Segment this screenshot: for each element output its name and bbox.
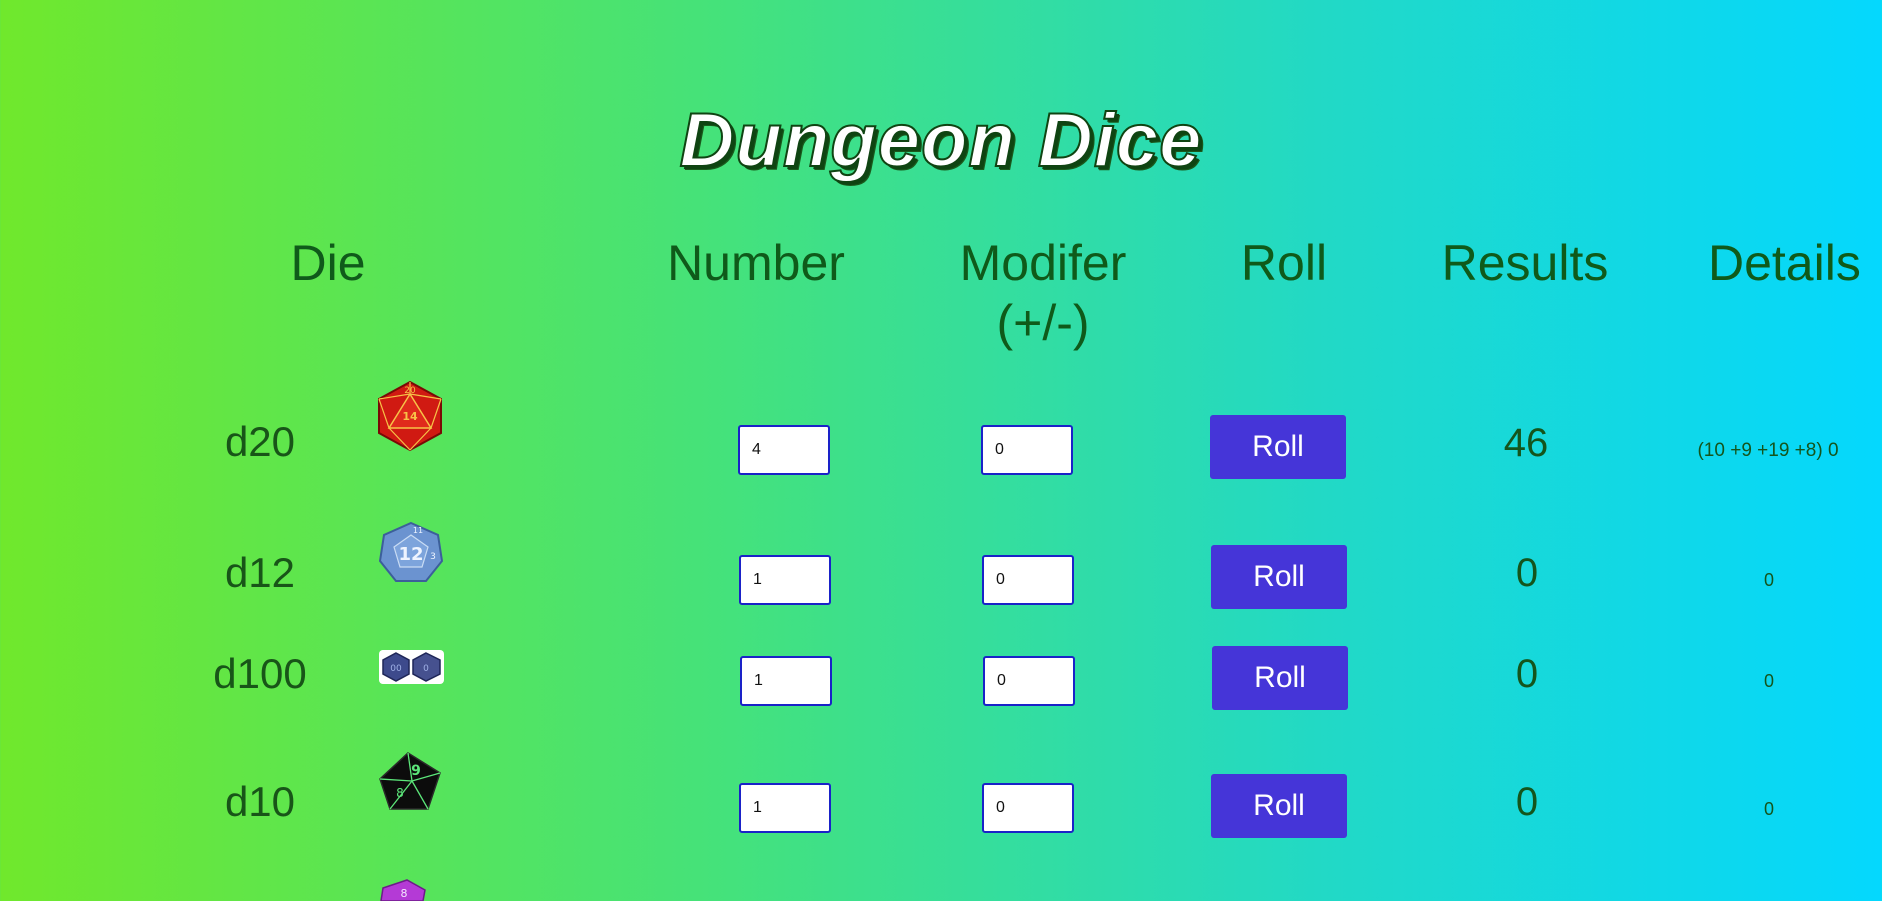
result-value-d20: 46 <box>1503 421 1549 465</box>
details-text-d10: 0 <box>1763 799 1774 819</box>
details-text-d12: 0 <box>1763 570 1774 590</box>
number-input-d100[interactable] <box>740 656 832 706</box>
die-label: d10 <box>224 778 296 825</box>
result-value-d100: 0 <box>1515 652 1539 696</box>
app-title: Dungeon Dice <box>679 97 1203 184</box>
header-modifier: Modifer (+/-) <box>940 233 1146 353</box>
roll-button-d10[interactable]: Roll <box>1211 774 1347 838</box>
number-input-d12[interactable] <box>739 555 831 605</box>
die-label: d100 <box>213 650 307 697</box>
d12-die-icon: 12 3 11 <box>378 521 444 582</box>
d100-die-icon: 00 0 <box>379 650 444 684</box>
modifier-input-d100[interactable] <box>983 656 1075 706</box>
svg-text:12: 12 <box>398 544 423 565</box>
result-value-d12: 0 <box>1515 551 1539 595</box>
result-value-d10: 0 <box>1515 780 1539 824</box>
header-number: Number <box>667 235 845 291</box>
number-input-d10[interactable] <box>739 783 831 833</box>
header-modifier-sign: (+/-) <box>996 295 1090 351</box>
svg-text:0: 0 <box>423 664 429 674</box>
details-text-d100: 0 <box>1763 671 1774 691</box>
die-label: d12 <box>224 549 296 596</box>
header-details: Details <box>1708 235 1861 291</box>
svg-text:8: 8 <box>401 887 408 900</box>
svg-text:9: 9 <box>411 763 421 779</box>
svg-text:11: 11 <box>413 526 423 535</box>
svg-text:14: 14 <box>402 410 418 423</box>
roll-button-d12[interactable]: Roll <box>1211 545 1347 609</box>
details-text-d20: (10 +9 +19 +8) 0 <box>1697 440 1839 461</box>
modifier-input-d12[interactable] <box>982 555 1074 605</box>
svg-text:00: 00 <box>390 664 402 674</box>
modifier-input-d20[interactable] <box>981 425 1073 475</box>
svg-text:8: 8 <box>396 786 404 800</box>
header-modifier-label: Modifer <box>959 235 1127 291</box>
header-die: Die <box>290 235 366 291</box>
modifier-input-d10[interactable] <box>982 783 1074 833</box>
roll-button-d100[interactable]: Roll <box>1212 646 1348 710</box>
header-roll: Roll <box>1240 235 1328 291</box>
roll-button-d20[interactable]: Roll <box>1210 415 1346 479</box>
d20-die-icon: 14 20 <box>378 380 442 452</box>
header-results: Results <box>1441 235 1609 291</box>
d10-die-icon: 9 8 <box>379 752 441 810</box>
svg-text:20: 20 <box>404 386 416 396</box>
d8-die-icon: 8 <box>380 879 426 901</box>
svg-text:3: 3 <box>430 552 436 562</box>
die-label: d20 <box>224 418 296 465</box>
number-input-d20[interactable] <box>738 425 830 475</box>
